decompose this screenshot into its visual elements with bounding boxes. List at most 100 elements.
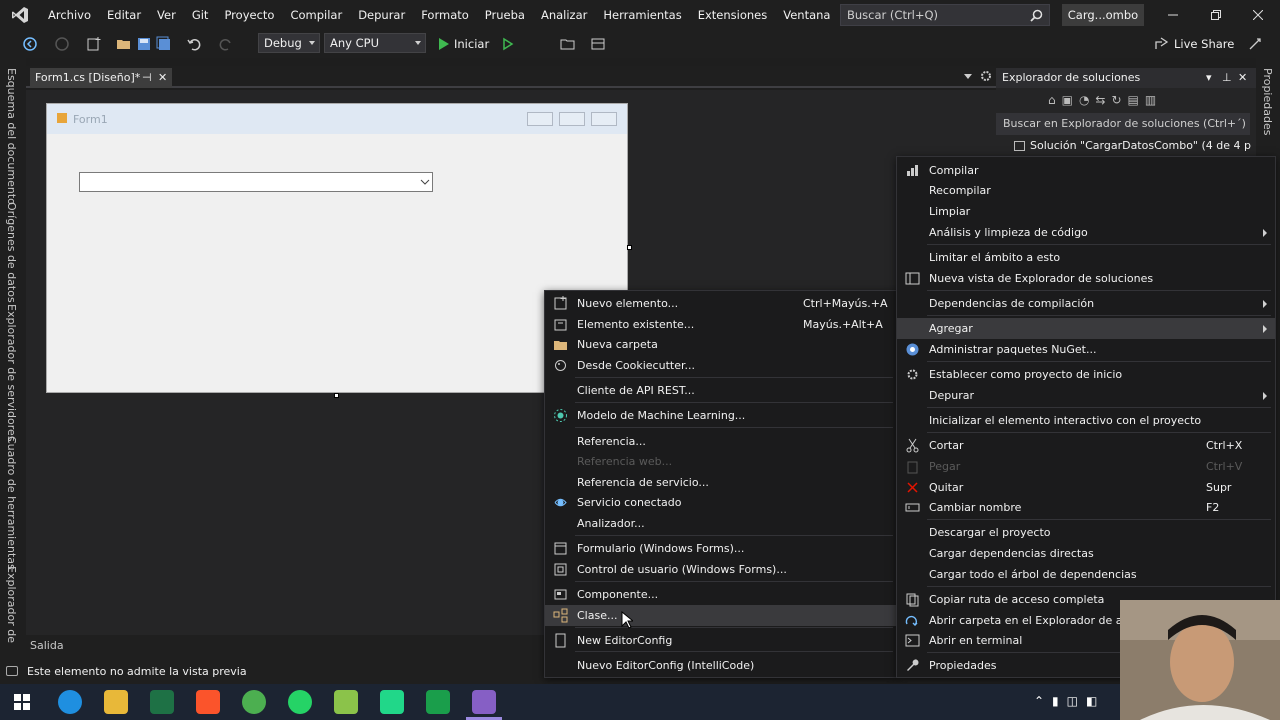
project-menu-item-cargar-dependencias-directas[interactable]: Cargar dependencias directas — [897, 543, 1275, 564]
add-menu-item-componente[interactable]: Componente... — [545, 584, 897, 605]
project-menu-item-depurar[interactable]: Depurar — [897, 385, 1275, 406]
close-tab-icon[interactable]: ✕ — [158, 68, 167, 88]
project-menu-item-establecer-como-proyecto-de-inicio[interactable]: Establecer como proyecto de inicio — [897, 364, 1275, 385]
output-tab[interactable]: Salida — [26, 635, 546, 660]
camtasia-recorder-icon[interactable] — [426, 690, 450, 714]
project-menu-item-analisis-y-limpieza-de-codigo[interactable]: Análisis y limpieza de código — [897, 222, 1275, 243]
menu-ver[interactable]: Ver — [149, 0, 184, 30]
menu-ventana[interactable]: Ventana — [775, 0, 838, 30]
project-menu-item-inicializar-el-elemento-interactivo-con-el-proyecto[interactable]: Inicializar el elemento interactivo con … — [897, 410, 1275, 431]
combobox-control[interactable] — [79, 172, 433, 192]
menu-git[interactable]: Git — [184, 0, 217, 30]
menu-compilar[interactable]: Compilar — [282, 0, 350, 30]
platform-combo[interactable]: Any CPU — [324, 33, 426, 53]
vtab-properties[interactable]: Propiedades — [1261, 68, 1274, 135]
start-label[interactable]: Iniciar — [454, 37, 489, 51]
start-play-icon[interactable] — [436, 36, 452, 52]
pin-icon[interactable]: ⊣ — [142, 68, 152, 88]
resize-handle-bottom[interactable] — [334, 393, 339, 398]
maximize-button[interactable] — [1194, 0, 1238, 30]
se-solution-node[interactable]: Solución "CargarDatosCombo" (4 de 4 proy… — [1012, 136, 1252, 156]
config-combo[interactable]: Debug — [258, 33, 320, 53]
solution-name-badge[interactable]: Carg...ombo — [1062, 4, 1144, 26]
add-menu-item-formulario-windows-forms[interactable]: Formulario (Windows Forms)... — [545, 538, 897, 559]
new-project-icon[interactable] — [86, 36, 102, 52]
menu-formato[interactable]: Formato — [413, 0, 477, 30]
se-close-icon[interactable]: ✕ — [1238, 68, 1247, 88]
navigate-back-icon[interactable] — [22, 36, 38, 52]
add-menu-item-referencia[interactable]: Referencia... — [545, 431, 897, 452]
app-icon[interactable] — [334, 690, 358, 714]
search-box[interactable]: Buscar (Ctrl+Q) — [840, 4, 1050, 26]
se-search-input[interactable]: Buscar en Explorador de soluciones (Ctrl… — [996, 113, 1250, 135]
project-menu-item-descargar-el-proyecto[interactable]: Descargar el proyecto — [897, 522, 1275, 543]
folder-view-icon[interactable] — [560, 36, 576, 52]
navigate-forward-icon[interactable] — [54, 36, 70, 52]
menu-herramientas[interactable]: Herramientas — [595, 0, 689, 30]
add-menu-item-nuevo-elemento[interactable]: Nuevo elemento... Ctrl+Mayús.+A — [545, 293, 897, 314]
menu-proyecto[interactable]: Proyecto — [216, 0, 282, 30]
tab-overflow-icon[interactable] — [964, 74, 972, 79]
edge-icon[interactable] — [58, 690, 82, 714]
menu-editar[interactable]: Editar — [99, 0, 149, 30]
add-menu-item-elemento-existente[interactable]: Elemento existente... Mayús.+Alt+A — [545, 314, 897, 335]
se-pin-icon[interactable]: ⊥ — [1222, 68, 1232, 88]
vtab-document-outline[interactable]: Esquema del documento — [5, 68, 18, 205]
add-menu-item-analizador[interactable]: Analizador... — [545, 513, 897, 534]
add-menu-item-nuevo-editorconfig-intellicode[interactable]: Nuevo EditorConfig (IntelliCode) — [545, 655, 897, 676]
project-menu-item-cargar-todo-el-arbol-de-dependencias[interactable]: Cargar todo el árbol de dependencias — [897, 564, 1275, 585]
close-button[interactable] — [1236, 0, 1280, 30]
save-icon[interactable] — [136, 36, 152, 52]
minimize-button[interactable] — [1151, 0, 1195, 30]
vtab-explorer[interactable]: Explorador de — [5, 566, 18, 643]
menu-extensiones[interactable]: Extensiones — [690, 0, 776, 30]
project-menu-item-limitar-el-ambito-a-esto[interactable]: Limitar el ámbito a esto — [897, 247, 1275, 268]
project-menu-item-quitar[interactable]: Quitar Supr — [897, 477, 1275, 498]
menu-archivo[interactable]: Archivo — [40, 0, 99, 30]
whatsapp-icon[interactable] — [288, 690, 312, 714]
project-menu-item-recompilar[interactable]: Recompilar — [897, 180, 1275, 201]
se-toolbar-icons[interactable]: ⌂▣◔⇆↻▤▥ — [1048, 93, 1248, 109]
project-menu-item-dependencias-de-compilacion[interactable]: Dependencias de compilación — [897, 293, 1275, 314]
start-without-debug-icon[interactable] — [500, 36, 516, 52]
undo-icon[interactable] — [186, 36, 202, 52]
camtasia-icon[interactable] — [380, 690, 404, 714]
feedback-icon[interactable] — [1247, 36, 1263, 52]
resize-handle-right[interactable] — [627, 245, 632, 250]
vtab-toolbox[interactable]: Cuadro de herramientas — [5, 436, 18, 570]
file-explorer-icon[interactable] — [104, 690, 128, 714]
add-menu-item-referencia-de-servicio[interactable]: Referencia de servicio... — [545, 472, 897, 493]
project-menu-item-cambiar-nombre[interactable]: Cambiar nombre F2 — [897, 497, 1275, 518]
vtab-server-explorer[interactable]: Explorador de servidores — [5, 304, 18, 442]
add-menu-item-clase[interactable]: Clase... — [545, 605, 897, 626]
live-share-icon[interactable] — [1154, 36, 1170, 52]
project-menu-item-nueva-vista-de-explorador-de-soluciones[interactable]: Nueva vista de Explorador de soluciones — [897, 268, 1275, 289]
windows-start-icon[interactable] — [14, 694, 30, 710]
add-menu-item-servicio-conectado[interactable]: Servicio conectado — [545, 492, 897, 513]
add-menu-item-nueva-carpeta[interactable]: Nueva carpeta — [545, 334, 897, 355]
add-menu-item-new-editorconfig[interactable]: New EditorConfig — [545, 630, 897, 651]
add-menu-item-control-de-usuario-windows-forms[interactable]: Control de usuario (Windows Forms)... — [545, 559, 897, 580]
se-dropdown-icon[interactable]: ▾ — [1206, 68, 1212, 88]
excel-icon[interactable] — [150, 690, 174, 714]
live-share-label[interactable]: Live Share — [1174, 37, 1234, 51]
settings-gear-icon[interactable] — [980, 70, 992, 82]
project-menu-item-cortar[interactable]: Cortar Ctrl+X — [897, 435, 1275, 456]
form1-window[interactable]: Form1 — [46, 103, 628, 393]
project-menu-item-agregar[interactable]: Agregar — [897, 318, 1275, 339]
project-menu-item-administrar-paquetes-nuget[interactable]: Administrar paquetes NuGet... — [897, 339, 1275, 360]
menu-depurar[interactable]: Depurar — [350, 0, 413, 30]
menu-prueba[interactable]: Prueba — [477, 0, 533, 30]
open-folder-icon[interactable] — [116, 36, 132, 52]
add-menu-item-modelo-de-machine-learning[interactable]: Modelo de Machine Learning... — [545, 405, 897, 426]
add-menu-item-desde-cookiecutter[interactable]: Desde Cookiecutter... — [545, 355, 897, 376]
chrome-icon[interactable] — [242, 690, 266, 714]
project-menu-item-limpiar[interactable]: Limpiar — [897, 201, 1275, 222]
system-tray-icons[interactable]: ⌃▮◫◧ — [1034, 694, 1105, 708]
vtab-data-sources[interactable]: Orígenes de datos — [5, 202, 18, 303]
layout-icon[interactable] — [590, 36, 606, 52]
add-menu-item-cliente-de-api-rest[interactable]: Cliente de API REST... — [545, 380, 897, 401]
project-menu-item-compilar[interactable]: Compilar — [897, 160, 1275, 181]
brave-icon[interactable] — [196, 690, 220, 714]
redo-icon[interactable] — [218, 36, 234, 52]
